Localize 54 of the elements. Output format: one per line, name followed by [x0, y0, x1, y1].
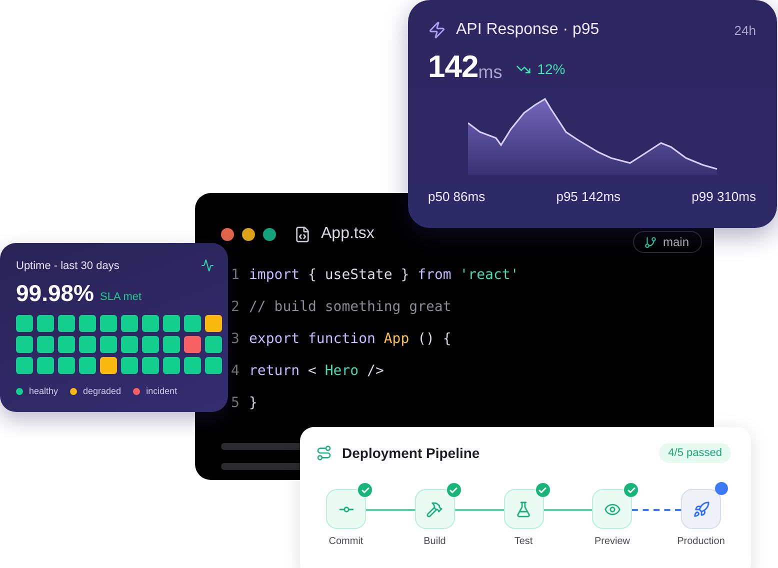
percentile-label: p99 310ms — [692, 189, 756, 204]
metric-value: 142 — [428, 49, 478, 85]
branch-pill[interactable]: main — [632, 231, 702, 253]
status-badge: 4/5 passed — [659, 443, 731, 463]
pipeline-step-node[interactable] — [681, 489, 721, 529]
legend-label: degraded — [83, 386, 122, 396]
time-range: 24h — [734, 22, 756, 38]
card-title: Uptime - last 30 days — [16, 260, 120, 272]
card-title: API Response · p95 — [456, 21, 600, 39]
code-line: export function App () { — [249, 331, 452, 347]
file-code-icon — [294, 226, 311, 242]
step-label: Preview — [594, 536, 630, 547]
legend-label: healthy — [29, 386, 58, 396]
code-line: // build something great — [249, 299, 452, 315]
legend-label: incident — [146, 386, 178, 396]
check-icon — [446, 483, 461, 497]
line-number: 5 — [231, 395, 240, 411]
percentile-label: p50 86ms — [428, 189, 486, 204]
pulse-icon — [201, 259, 214, 272]
pipeline-step-node[interactable] — [504, 489, 544, 529]
check-icon — [358, 483, 372, 497]
step-label: Build — [424, 536, 446, 547]
percentile-label: p95 142ms — [556, 189, 621, 204]
code-line: } — [249, 395, 258, 411]
window-control-dot[interactable] — [221, 228, 234, 240]
pipeline-step-node[interactable] — [592, 489, 632, 529]
flask-icon — [515, 500, 532, 518]
sla-note: SLA met — [100, 290, 142, 302]
route-icon — [316, 445, 332, 461]
branch-icon — [644, 236, 657, 248]
rocket-icon — [692, 500, 710, 518]
step-label: Test — [514, 536, 533, 547]
file-name: App.tsx — [321, 225, 374, 243]
metric-unit: ms — [478, 62, 502, 82]
uptime-value: 99.98% — [16, 280, 94, 307]
line-number: 4 — [231, 363, 240, 379]
check-icon — [624, 483, 638, 497]
pipeline-step-node[interactable] — [326, 489, 366, 529]
pipeline-step-node[interactable] — [414, 489, 455, 529]
lightning-icon — [428, 21, 446, 39]
line-number: 3 — [231, 331, 240, 347]
hammer-icon — [426, 500, 444, 518]
code-line: return < Hero /> — [249, 363, 384, 379]
window-control-dot[interactable] — [263, 228, 276, 240]
step-label: Commit — [328, 536, 364, 547]
trend-value: 12% — [537, 61, 566, 77]
pending-dot — [715, 482, 728, 495]
line-number: 2 — [231, 299, 240, 315]
line-number: 1 — [231, 267, 240, 283]
window-control-dot[interactable] — [242, 228, 255, 240]
check-icon — [536, 483, 550, 497]
step-label: Production — [677, 536, 725, 547]
code-line: import { useState } from 'react' — [249, 267, 519, 283]
card-title: Deployment Pipeline — [342, 445, 480, 461]
